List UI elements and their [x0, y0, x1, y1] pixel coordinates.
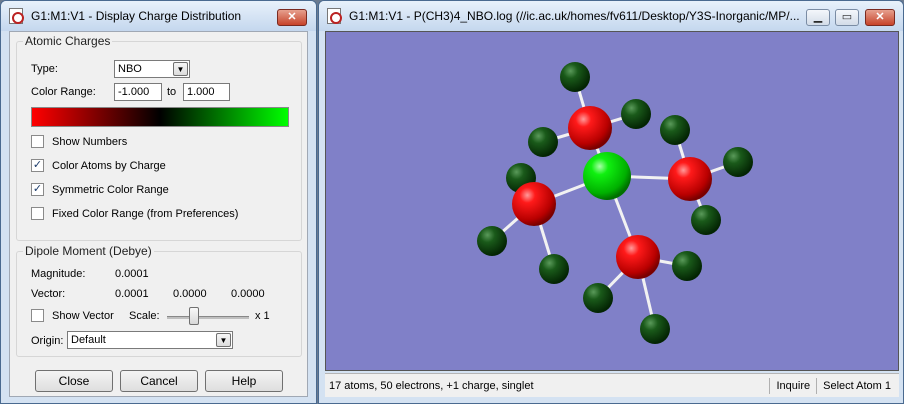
dialog-body: Atomic Charges Type: NBO ▼ Color Range: … [9, 31, 308, 397]
vector-x-value: 0.0001 [115, 288, 149, 300]
hydrogen-atom[interactable] [621, 99, 651, 129]
charge-type-value: NBO [118, 63, 142, 75]
status-action: Select Atom 1 [816, 377, 899, 394]
molecule-canvas[interactable] [325, 31, 899, 371]
help-button[interactable]: Help [205, 370, 283, 392]
minimize-icon: ▁ [813, 11, 823, 23]
status-bar: 17 atoms, 50 electrons, +1 charge, singl… [325, 373, 899, 397]
carbon-atom[interactable] [512, 182, 556, 226]
mouse-mode: Inquire [769, 377, 816, 394]
maximize-icon: ▭ [841, 11, 853, 23]
vector-y-value: 0.0000 [173, 288, 207, 300]
molecule-summary: 17 atoms, 50 electrons, +1 charge, singl… [329, 379, 534, 392]
type-label: Type: [31, 63, 58, 75]
to-label: to [167, 86, 177, 98]
atomic-charges-group-title: Atomic Charges [23, 34, 113, 48]
magnitude-label: Magnitude: [31, 268, 86, 280]
hydrogen-atom[interactable] [560, 62, 590, 92]
color-atoms-by-charge-box[interactable]: ✓ [31, 159, 44, 172]
viewer-title: G1:M1:V1 - P(CH3)4_NBO.log (//ic.ac.uk/h… [349, 9, 800, 23]
dialog-titlebar[interactable]: G1:M1:V1 - Display Charge Distribution ✕ [1, 1, 316, 31]
hydrogen-atom[interactable] [640, 314, 670, 344]
scale-value: x 1 [255, 310, 270, 322]
hydrogen-atom[interactable] [691, 205, 721, 235]
close-window-button[interactable]: ✕ [277, 9, 307, 26]
minimize-button[interactable]: ▁ [806, 9, 830, 26]
carbon-atom[interactable] [668, 157, 712, 201]
dipole-moment-group-title: Dipole Moment (Debye) [23, 244, 154, 258]
dipole-moment-group: Dipole Moment (Debye) Magnitude: 0.0001 … [16, 244, 302, 357]
charge-type-select[interactable]: NBO ▼ [114, 60, 190, 78]
color-range-min-input[interactable] [114, 83, 162, 101]
close-viewer-button[interactable]: ✕ [865, 9, 895, 26]
fixed-color-range-label: Fixed Color Range (from Preferences) [52, 207, 239, 220]
hydrogen-atom[interactable] [477, 226, 507, 256]
molecule-render[interactable] [326, 32, 900, 372]
show-vector-label: Show Vector [52, 309, 114, 322]
origin-select[interactable]: Default ▼ [67, 331, 233, 349]
color-atoms-by-charge-label: Color Atoms by Charge [52, 159, 166, 172]
maximize-button[interactable]: ▭ [835, 9, 859, 26]
hydrogen-atom[interactable] [583, 283, 613, 313]
molecule-viewer-window: G1:M1:V1 - P(CH3)4_NBO.log (//ic.ac.uk/h… [318, 0, 904, 404]
scale-slider-track[interactable] [167, 316, 249, 319]
fixed-color-range-box[interactable] [31, 207, 44, 220]
viewer-titlebar[interactable]: G1:M1:V1 - P(CH3)4_NBO.log (//ic.ac.uk/h… [319, 1, 903, 31]
magnitude-value: 0.0001 [115, 268, 149, 280]
hydrogen-atom[interactable] [528, 127, 558, 157]
phosphorus-atom[interactable] [583, 152, 631, 200]
hydrogen-atom[interactable] [660, 115, 690, 145]
color-range-max-input[interactable] [183, 83, 230, 101]
close-button[interactable]: Close [35, 370, 113, 392]
symmetric-color-range-box[interactable]: ✓ [31, 183, 44, 196]
show-numbers-box[interactable] [31, 135, 44, 148]
carbon-atom[interactable] [568, 106, 612, 150]
atomic-charges-group: Atomic Charges Type: NBO ▼ Color Range: … [16, 34, 302, 241]
color-range-label: Color Range: [31, 86, 96, 98]
carbon-atom[interactable] [616, 235, 660, 279]
close-icon: ✕ [875, 11, 885, 23]
symmetric-color-range-checkbox[interactable]: ✓ Symmetric Color Range [31, 183, 169, 196]
hydrogen-atom[interactable] [723, 147, 753, 177]
vector-z-value: 0.0000 [231, 288, 265, 300]
fixed-color-range-checkbox[interactable]: Fixed Color Range (from Preferences) [31, 207, 238, 220]
cancel-button[interactable]: Cancel [120, 370, 198, 392]
hydrogen-atom[interactable] [672, 251, 702, 281]
dialog-title: G1:M1:V1 - Display Charge Distribution [31, 9, 242, 23]
color-atoms-by-charge-checkbox[interactable]: ✓ Color Atoms by Charge [31, 159, 166, 172]
scale-slider-thumb[interactable] [189, 307, 199, 325]
close-icon: ✕ [287, 11, 297, 23]
hydrogen-atom[interactable] [539, 254, 569, 284]
scale-label: Scale: [129, 310, 160, 322]
symmetric-color-range-label: Symmetric Color Range [52, 183, 169, 196]
show-vector-box[interactable] [31, 309, 44, 322]
origin-label: Origin: [31, 335, 64, 347]
show-numbers-checkbox[interactable]: Show Numbers [31, 135, 127, 148]
show-numbers-label: Show Numbers [52, 135, 128, 148]
chevron-down-icon: ▼ [216, 333, 231, 347]
show-vector-checkbox[interactable]: Show Vector [31, 309, 114, 322]
gaussview-app-icon [9, 8, 24, 24]
gaussview-app-icon [327, 8, 342, 24]
vector-label: Vector: [31, 288, 66, 300]
chevron-down-icon: ▼ [173, 62, 188, 76]
charge-color-scale [31, 107, 289, 127]
origin-value: Default [71, 334, 106, 346]
charge-distribution-dialog: G1:M1:V1 - Display Charge Distribution ✕… [0, 0, 317, 404]
